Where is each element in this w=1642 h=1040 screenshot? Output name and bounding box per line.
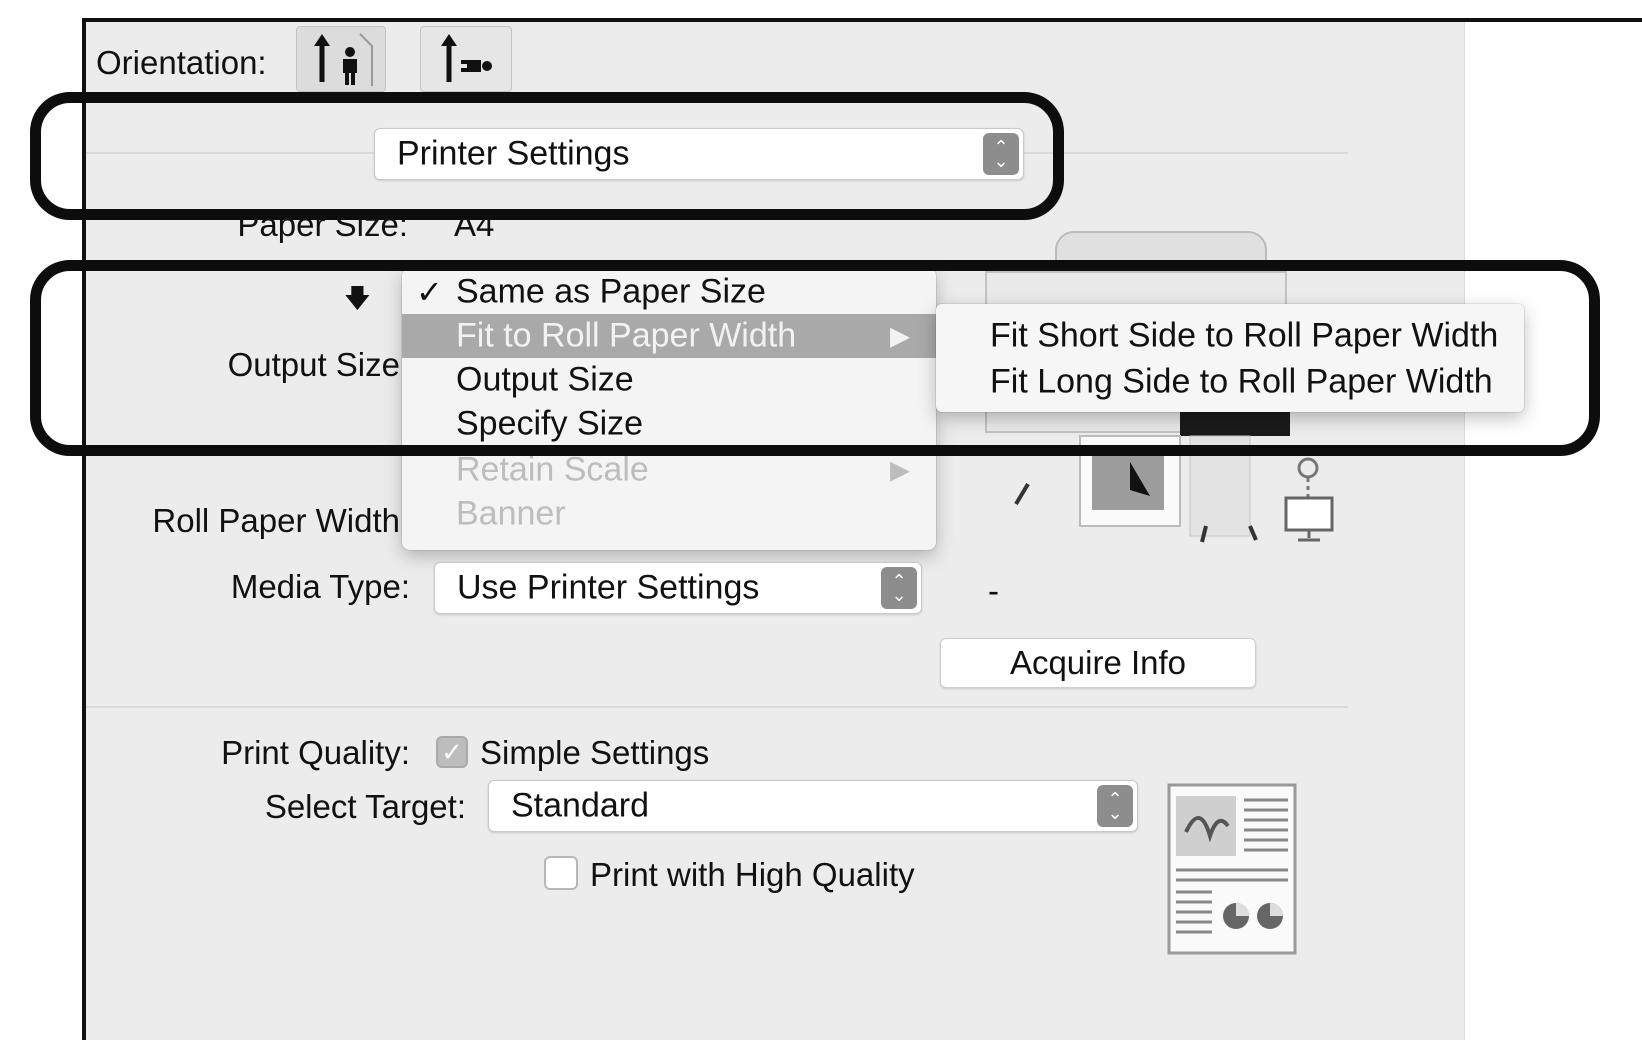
callout-highlight-output-menu: [30, 260, 1600, 456]
media-type-info: -: [988, 572, 999, 609]
computer-icon: [1284, 496, 1334, 542]
acquire-info-button[interactable]: Acquire Info: [940, 638, 1256, 688]
media-type-label: Media Type:: [230, 568, 410, 605]
right-pane: [1464, 22, 1642, 1040]
callout-highlight-panel-selector: [30, 92, 1064, 220]
media-type-popup[interactable]: Use Printer Settings ⌃ ⌄: [434, 562, 922, 614]
portrait-orientation-button[interactable]: [296, 26, 386, 92]
popup-stepper-icon: ⌃ ⌄: [881, 567, 917, 609]
simple-settings-checkbox[interactable]: ✓: [436, 736, 468, 768]
popup-stepper-icon: ⌃ ⌄: [1097, 785, 1133, 827]
high-quality-checkbox[interactable]: [544, 856, 578, 890]
section-separator: [86, 706, 1348, 708]
landscape-orientation-button[interactable]: [420, 26, 512, 92]
print-quality-label: Print Quality:: [221, 734, 410, 771]
orientation-label: Orientation:: [96, 44, 267, 81]
roll-paper-width-label: Roll Paper Width: [152, 502, 400, 539]
landscape-orientation-icon: [441, 34, 492, 82]
menu-item-banner: Banner: [456, 494, 566, 533]
portrait-orientation-icon: [314, 33, 373, 86]
simple-settings-label: Simple Settings: [480, 734, 710, 771]
paper-size-value: A4: [454, 218, 495, 243]
paper-size-row: Paper Size: A4: [150, 218, 550, 244]
media-type-value: Use Printer Settings: [457, 568, 760, 607]
submenu-arrow-icon: ▶: [890, 454, 910, 485]
high-quality-label: Print with High Quality: [590, 856, 915, 893]
select-target-label: Select Target:: [264, 788, 466, 825]
select-target-value: Standard: [511, 786, 649, 825]
select-target-popup[interactable]: Standard ⌃ ⌄: [488, 780, 1138, 832]
document-preview-icon: [1167, 783, 1297, 955]
paper-size-label: Paper Size:: [237, 218, 408, 243]
